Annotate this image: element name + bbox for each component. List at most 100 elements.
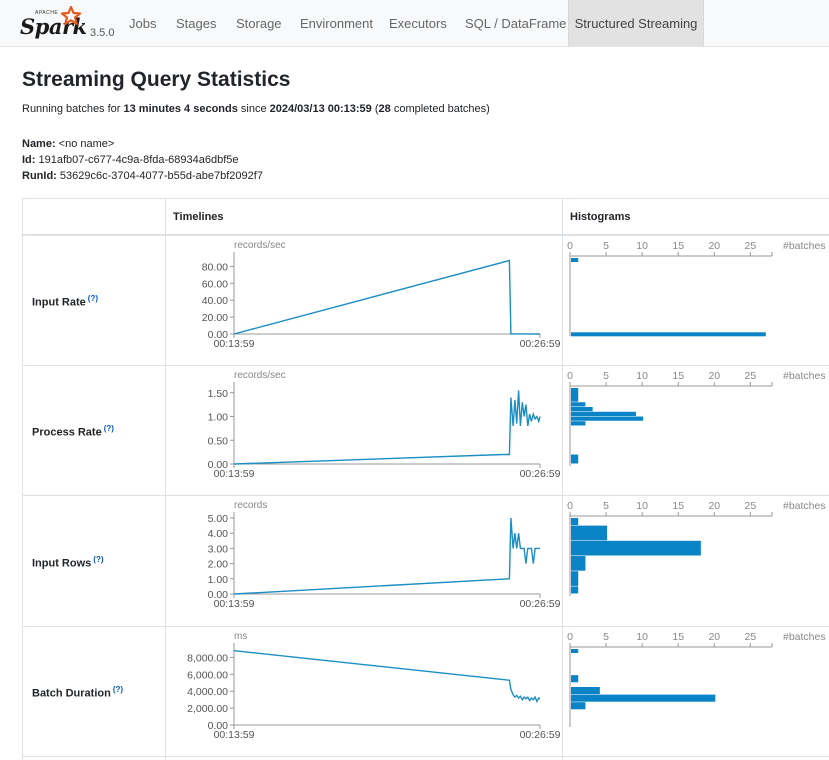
y-tick-label: 40.00 xyxy=(202,295,228,307)
help-icon[interactable]: (?) xyxy=(88,294,98,303)
histogram-bar xyxy=(571,402,586,407)
input-rate-timeline-chart: records/sec0.0020.0040.0060.0080.0000:13… xyxy=(202,240,560,350)
process-rate-timeline-chart: records/sec0.000.501.001.5000:13:59 00:26… xyxy=(208,370,560,480)
hist-x-tick-label: 15 xyxy=(672,631,684,643)
axis-unit-label: records xyxy=(234,500,267,511)
histogram-bar xyxy=(571,702,586,710)
x-tick-label: 00:13:59 xyxy=(214,468,255,480)
page-title: Streaming Query Statistics xyxy=(22,68,291,91)
nav-tab-stages[interactable]: Stages xyxy=(176,0,216,46)
nav-tab-structured-streaming[interactable]: Structured Streaming xyxy=(568,0,704,46)
histogram-bar xyxy=(571,388,579,402)
hist-x-tick-label: 5 xyxy=(603,500,609,512)
input-rate-histogram-chart: 0 5 10 15 20 25 #batches xyxy=(567,240,826,337)
histogram-bar xyxy=(571,421,586,426)
help-icon[interactable]: (?) xyxy=(113,685,123,694)
hist-x-tick-label: 25 xyxy=(745,500,757,512)
hist-x-tick-label: 5 xyxy=(603,631,609,643)
hist-x-tick-label: 5 xyxy=(603,370,609,382)
axis-unit-label: ms xyxy=(234,631,247,642)
axis-unit-label: records/sec xyxy=(234,240,286,251)
query-run-id: RunId: 53629c6c-3704-4077-b55d-abe7bf209… xyxy=(22,170,263,182)
y-tick-label: 1.00 xyxy=(208,412,229,424)
histogram-bar xyxy=(571,586,579,594)
y-tick-label: 6,000.00 xyxy=(187,669,228,681)
hist-axis-unit-label: #batches xyxy=(783,500,826,512)
hist-x-tick-label: 0 xyxy=(567,240,573,252)
y-tick-label: 2,000.00 xyxy=(187,703,228,715)
help-icon[interactable]: (?) xyxy=(104,424,114,433)
histogram-bar xyxy=(571,411,636,416)
histogram-bar xyxy=(571,454,579,464)
histogram-bar xyxy=(571,518,579,526)
histogram-bar xyxy=(571,556,586,571)
nav-tab-sql-dataframe[interactable]: SQL / DataFrame xyxy=(465,0,566,46)
y-tick-label: 2.00 xyxy=(208,559,229,571)
hist-axis-unit-label: #batches xyxy=(783,631,826,643)
x-tick-label: 00:13:59 xyxy=(214,338,255,350)
hist-x-tick-label: 15 xyxy=(672,500,684,512)
spark-logo[interactable]: APACHE Spark 3.5.0 xyxy=(20,6,118,42)
histogram-bar xyxy=(571,416,644,421)
hist-x-tick-label: 10 xyxy=(636,631,648,643)
spark-star-icon xyxy=(60,6,82,26)
hist-x-tick-label: 10 xyxy=(636,240,648,252)
row-label-process-rate: Process Rate (?) xyxy=(32,424,114,439)
histogram-bar xyxy=(571,649,579,653)
hist-x-tick-label: 10 xyxy=(636,370,648,382)
help-icon[interactable]: (?) xyxy=(93,555,103,564)
histogram-bar xyxy=(571,407,593,412)
row-label-input-rate: Input Rate (?) xyxy=(32,294,98,309)
spark-version: 3.5.0 xyxy=(90,27,115,39)
y-tick-label: 20.00 xyxy=(202,312,228,324)
completed-batches-count: 28 xyxy=(378,103,391,115)
y-tick-label: 4,000.00 xyxy=(187,686,228,698)
x-tick-label: 00:26:59 xyxy=(520,468,560,480)
y-tick-label: 4.00 xyxy=(208,528,229,540)
running-summary: Running batches for 13 minutes 4 seconds… xyxy=(22,103,490,115)
hist-x-tick-label: 15 xyxy=(672,370,684,382)
input-rows-timeline-chart: records0.001.002.003.004.005.0000:13:59 0… xyxy=(208,500,560,610)
histogram-bar xyxy=(571,694,716,702)
hist-x-tick-label: 25 xyxy=(745,631,757,643)
input-rows-histogram-chart: 0 5 10 15 20 25 #batches xyxy=(567,500,826,596)
histogram-bar xyxy=(571,571,579,586)
top-navbar: APACHE Spark 3.5.0 Jobs Stages Storage E… xyxy=(0,0,829,47)
hist-x-tick-label: 0 xyxy=(567,631,573,643)
y-tick-label: 80.00 xyxy=(202,261,228,273)
y-tick-label: 1.00 xyxy=(208,574,229,586)
x-tick-label: 00:26:59 xyxy=(520,598,560,610)
nav-tab-jobs[interactable]: Jobs xyxy=(129,0,156,46)
nav-tab-environment[interactable]: Environment xyxy=(300,0,373,46)
hist-x-tick-label: 20 xyxy=(708,631,720,643)
hist-x-tick-label: 15 xyxy=(672,240,684,252)
nav-tab-executors[interactable]: Executors xyxy=(389,0,447,46)
hist-x-tick-label: 20 xyxy=(708,240,720,252)
histogram-bar xyxy=(571,540,701,556)
hist-axis-unit-label: #batches xyxy=(783,240,826,252)
x-tick-label: 00:13:59 xyxy=(214,598,255,610)
x-tick-label: 00:13:59 xyxy=(214,729,255,741)
x-tick-label: 00:26:59 xyxy=(520,729,560,741)
hist-x-tick-label: 0 xyxy=(567,370,573,382)
row-label-input-rows: Input Rows (?) xyxy=(32,555,104,570)
column-divider xyxy=(165,199,166,760)
y-tick-label: 0.50 xyxy=(208,435,229,447)
timeline-series-line xyxy=(233,650,541,703)
histogram-bar xyxy=(571,525,608,541)
hist-x-tick-label: 20 xyxy=(708,500,720,512)
column-header-timelines: Timelines xyxy=(173,211,224,223)
y-tick-label: 60.00 xyxy=(202,278,228,290)
timeline-series-line xyxy=(233,390,541,465)
nav-tab-storage[interactable]: Storage xyxy=(236,0,282,46)
hist-x-tick-label: 10 xyxy=(636,500,648,512)
hist-x-tick-label: 20 xyxy=(708,370,720,382)
histogram-bar xyxy=(571,258,579,262)
y-tick-label: 8,000.00 xyxy=(187,652,228,664)
histogram-bar xyxy=(571,687,600,695)
axis-unit-label: records/sec xyxy=(234,370,286,381)
histogram-bar xyxy=(571,675,579,683)
y-tick-label: 5.00 xyxy=(208,513,229,525)
process-rate-histogram-chart: 0 5 10 15 20 25 #batches xyxy=(567,370,826,466)
query-id: Id: 191afb07-c677-4c9a-8fda-68934a6dbf5e xyxy=(22,154,239,166)
